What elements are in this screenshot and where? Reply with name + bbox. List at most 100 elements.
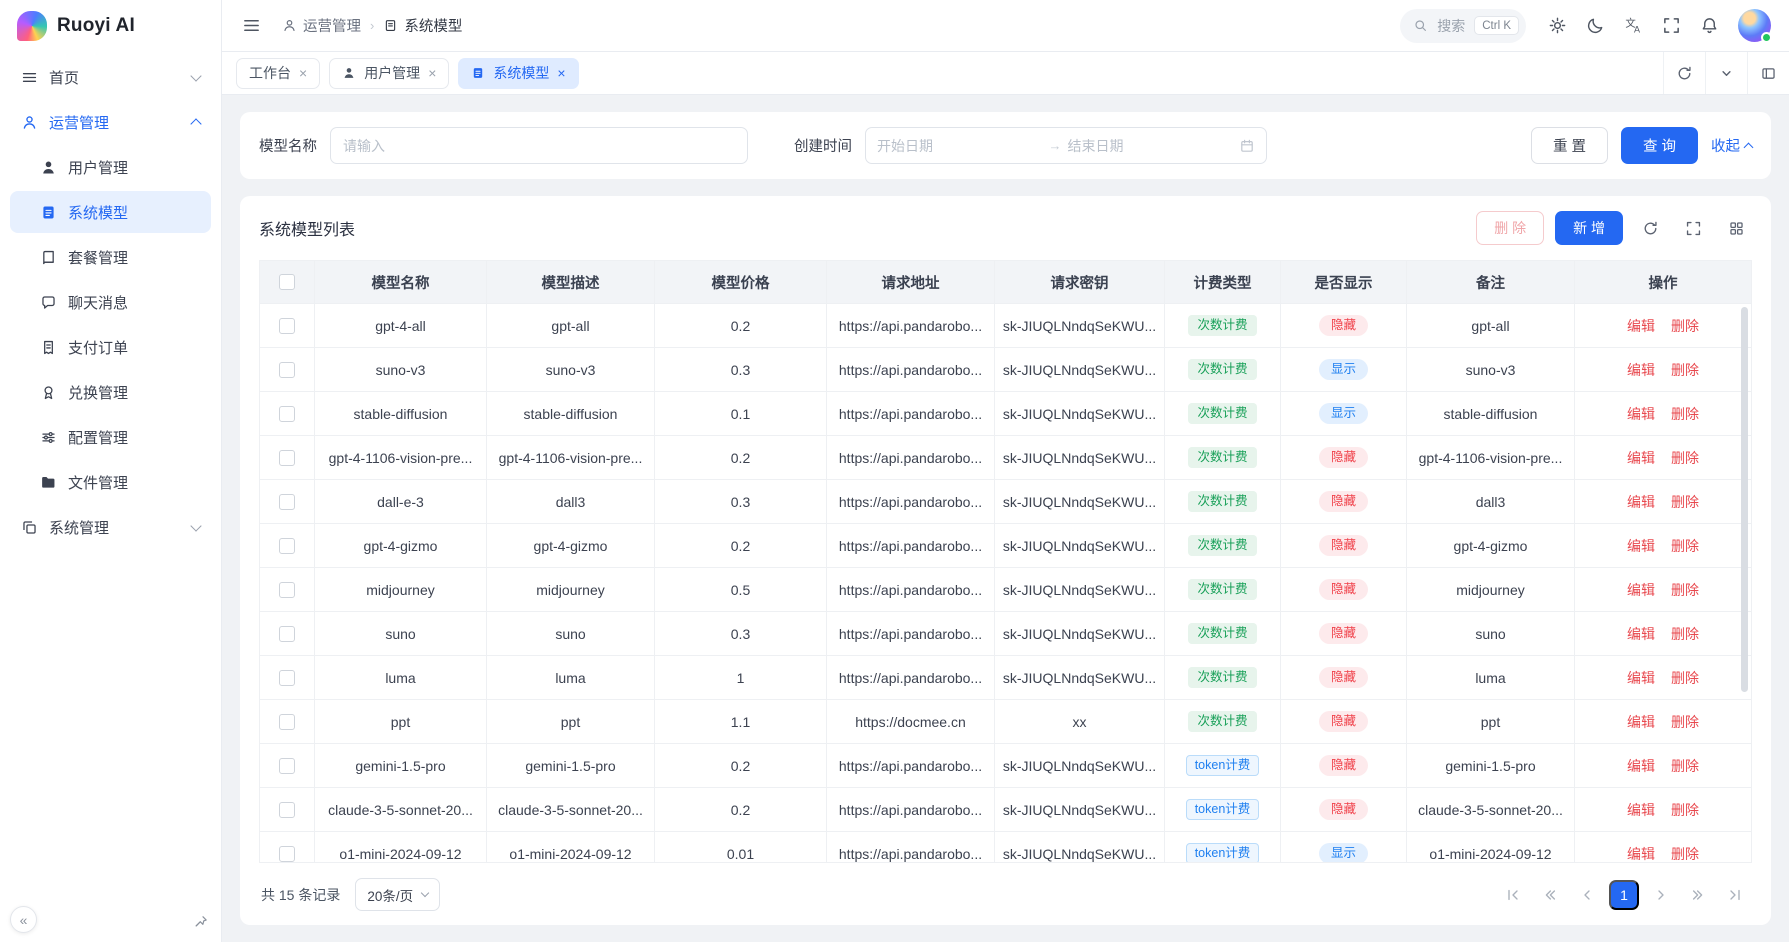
last-page-button[interactable] xyxy=(1720,880,1750,910)
sidebar-item-file-management[interactable]: 文件管理 xyxy=(10,461,211,503)
delete-link[interactable]: 删除 xyxy=(1671,844,1699,864)
collapse-filter-link[interactable]: 收起 xyxy=(1711,135,1752,156)
sidebar-item-operations[interactable]: 运营管理 xyxy=(10,101,211,143)
row-checkbox[interactable] xyxy=(279,362,295,378)
global-search-trigger[interactable]: 搜索 Ctrl K xyxy=(1400,9,1526,43)
row-checkbox[interactable] xyxy=(279,626,295,642)
fullscreen-button[interactable] xyxy=(1654,9,1688,43)
settings-button[interactable] xyxy=(1540,9,1574,43)
column-settings-button[interactable] xyxy=(1720,212,1752,244)
start-date-input[interactable] xyxy=(877,138,1043,154)
notifications-button[interactable] xyxy=(1692,9,1726,43)
sidebar-item-system-management[interactable]: 系统管理 xyxy=(10,506,211,548)
hamburger-icon xyxy=(242,16,261,35)
row-checkbox[interactable] xyxy=(279,714,295,730)
dark-mode-button[interactable] xyxy=(1578,9,1612,43)
back-pages-button[interactable] xyxy=(1535,880,1565,910)
pin-sidebar-button[interactable] xyxy=(193,914,209,930)
tab-user-management[interactable]: 用户管理 × xyxy=(329,58,449,89)
delete-link[interactable]: 删除 xyxy=(1671,316,1699,336)
sidebar-item-package-management[interactable]: 套餐管理 xyxy=(10,236,211,278)
delete-link[interactable]: 删除 xyxy=(1671,624,1699,644)
close-icon[interactable]: × xyxy=(428,66,436,80)
page-number-1[interactable]: 1 xyxy=(1609,880,1639,910)
row-checkbox[interactable] xyxy=(279,802,295,818)
edit-link[interactable]: 编辑 xyxy=(1627,580,1655,600)
delete-link[interactable]: 删除 xyxy=(1671,404,1699,424)
cell-billing-type: 次数计费 xyxy=(1165,348,1281,392)
edit-link[interactable]: 编辑 xyxy=(1627,316,1655,336)
sidebar-item-redeem-management[interactable]: 兑换管理 xyxy=(10,371,211,413)
row-checkbox[interactable] xyxy=(279,318,295,334)
delete-link[interactable]: 删除 xyxy=(1671,800,1699,820)
delete-link[interactable]: 删除 xyxy=(1671,360,1699,380)
page-size-select[interactable]: 20条/页 xyxy=(355,878,440,911)
edit-link[interactable]: 编辑 xyxy=(1627,624,1655,644)
close-icon[interactable]: × xyxy=(299,66,307,80)
collapse-sidebar-button[interactable]: « xyxy=(10,906,37,933)
app-logo[interactable]: Ruoyi AI xyxy=(0,0,221,52)
forward-pages-button[interactable] xyxy=(1683,880,1713,910)
edit-link[interactable]: 编辑 xyxy=(1627,492,1655,512)
edit-link[interactable]: 编辑 xyxy=(1627,404,1655,424)
edit-link[interactable]: 编辑 xyxy=(1627,536,1655,556)
row-checkbox[interactable] xyxy=(279,538,295,554)
delete-link[interactable]: 删除 xyxy=(1671,756,1699,776)
refresh-tab-button[interactable] xyxy=(1663,52,1705,94)
row-checkbox[interactable] xyxy=(279,758,295,774)
row-checkbox[interactable] xyxy=(279,582,295,598)
prev-page-button[interactable] xyxy=(1572,880,1602,910)
delete-link[interactable]: 删除 xyxy=(1671,580,1699,600)
edit-link[interactable]: 编辑 xyxy=(1627,800,1655,820)
close-icon[interactable]: × xyxy=(557,66,565,80)
edit-link[interactable]: 编辑 xyxy=(1627,844,1655,864)
user-menu[interactable] xyxy=(1738,9,1771,42)
breadcrumb-operations[interactable]: 运营管理 xyxy=(282,15,361,36)
end-date-input[interactable] xyxy=(1068,138,1234,154)
row-checkbox[interactable] xyxy=(279,406,295,422)
delete-link[interactable]: 删除 xyxy=(1671,712,1699,732)
table-scrollbar[interactable] xyxy=(1741,307,1748,692)
row-checkbox[interactable] xyxy=(279,450,295,466)
sidebar-item-payment-orders[interactable]: 支付订单 xyxy=(10,326,211,368)
sidebar-item-home[interactable]: 首页 xyxy=(10,56,211,98)
sidebar-item-system-model[interactable]: 系统模型 xyxy=(10,191,211,233)
refresh-table-button[interactable] xyxy=(1634,212,1666,244)
add-button[interactable]: 新 增 xyxy=(1555,211,1623,245)
content-fullscreen-button[interactable] xyxy=(1747,52,1789,94)
sidebar-item-config-management[interactable]: 配置管理 xyxy=(10,416,211,458)
row-checkbox[interactable] xyxy=(279,846,295,862)
reset-button[interactable]: 重 置 xyxy=(1531,127,1608,164)
select-all-checkbox[interactable] xyxy=(279,274,295,290)
range-arrow-icon: → xyxy=(1049,138,1062,153)
model-name-input[interactable] xyxy=(330,127,748,164)
scrollbar-thumb[interactable] xyxy=(1741,307,1748,692)
tab-options-button[interactable] xyxy=(1705,52,1747,94)
tab-system-model[interactable]: 系统模型 × xyxy=(458,58,578,89)
date-range-picker[interactable]: → xyxy=(865,127,1267,164)
delete-link[interactable]: 删除 xyxy=(1671,492,1699,512)
edit-link[interactable]: 编辑 xyxy=(1627,668,1655,688)
language-button[interactable]: 文A xyxy=(1616,9,1650,43)
tab-workbench[interactable]: 工作台 × xyxy=(236,58,320,89)
edit-link[interactable]: 编辑 xyxy=(1627,712,1655,732)
sidebar-item-chat-messages[interactable]: 聊天消息 xyxy=(10,281,211,323)
first-page-button[interactable] xyxy=(1498,880,1528,910)
delete-link[interactable]: 删除 xyxy=(1671,668,1699,688)
delete-link[interactable]: 删除 xyxy=(1671,536,1699,556)
edit-link[interactable]: 编辑 xyxy=(1627,756,1655,776)
query-button[interactable]: 查 询 xyxy=(1621,127,1698,164)
delete-link[interactable]: 删除 xyxy=(1671,448,1699,468)
batch-delete-button[interactable]: 删 除 xyxy=(1476,211,1544,245)
edit-link[interactable]: 编辑 xyxy=(1627,448,1655,468)
cell-request-key: sk-JIUQLNndqSeKWU... xyxy=(995,568,1165,612)
table-fullscreen-button[interactable] xyxy=(1677,212,1709,244)
edit-link[interactable]: 编辑 xyxy=(1627,360,1655,380)
row-checkbox[interactable] xyxy=(279,670,295,686)
hamburger-menu-button[interactable] xyxy=(234,9,268,43)
sidebar-item-user-management[interactable]: 用户管理 xyxy=(10,146,211,188)
next-page-button[interactable] xyxy=(1646,880,1676,910)
cell-model-desc: stable-diffusion xyxy=(487,392,655,436)
row-checkbox[interactable] xyxy=(279,494,295,510)
breadcrumb-system-model[interactable]: 系统模型 xyxy=(383,15,462,36)
